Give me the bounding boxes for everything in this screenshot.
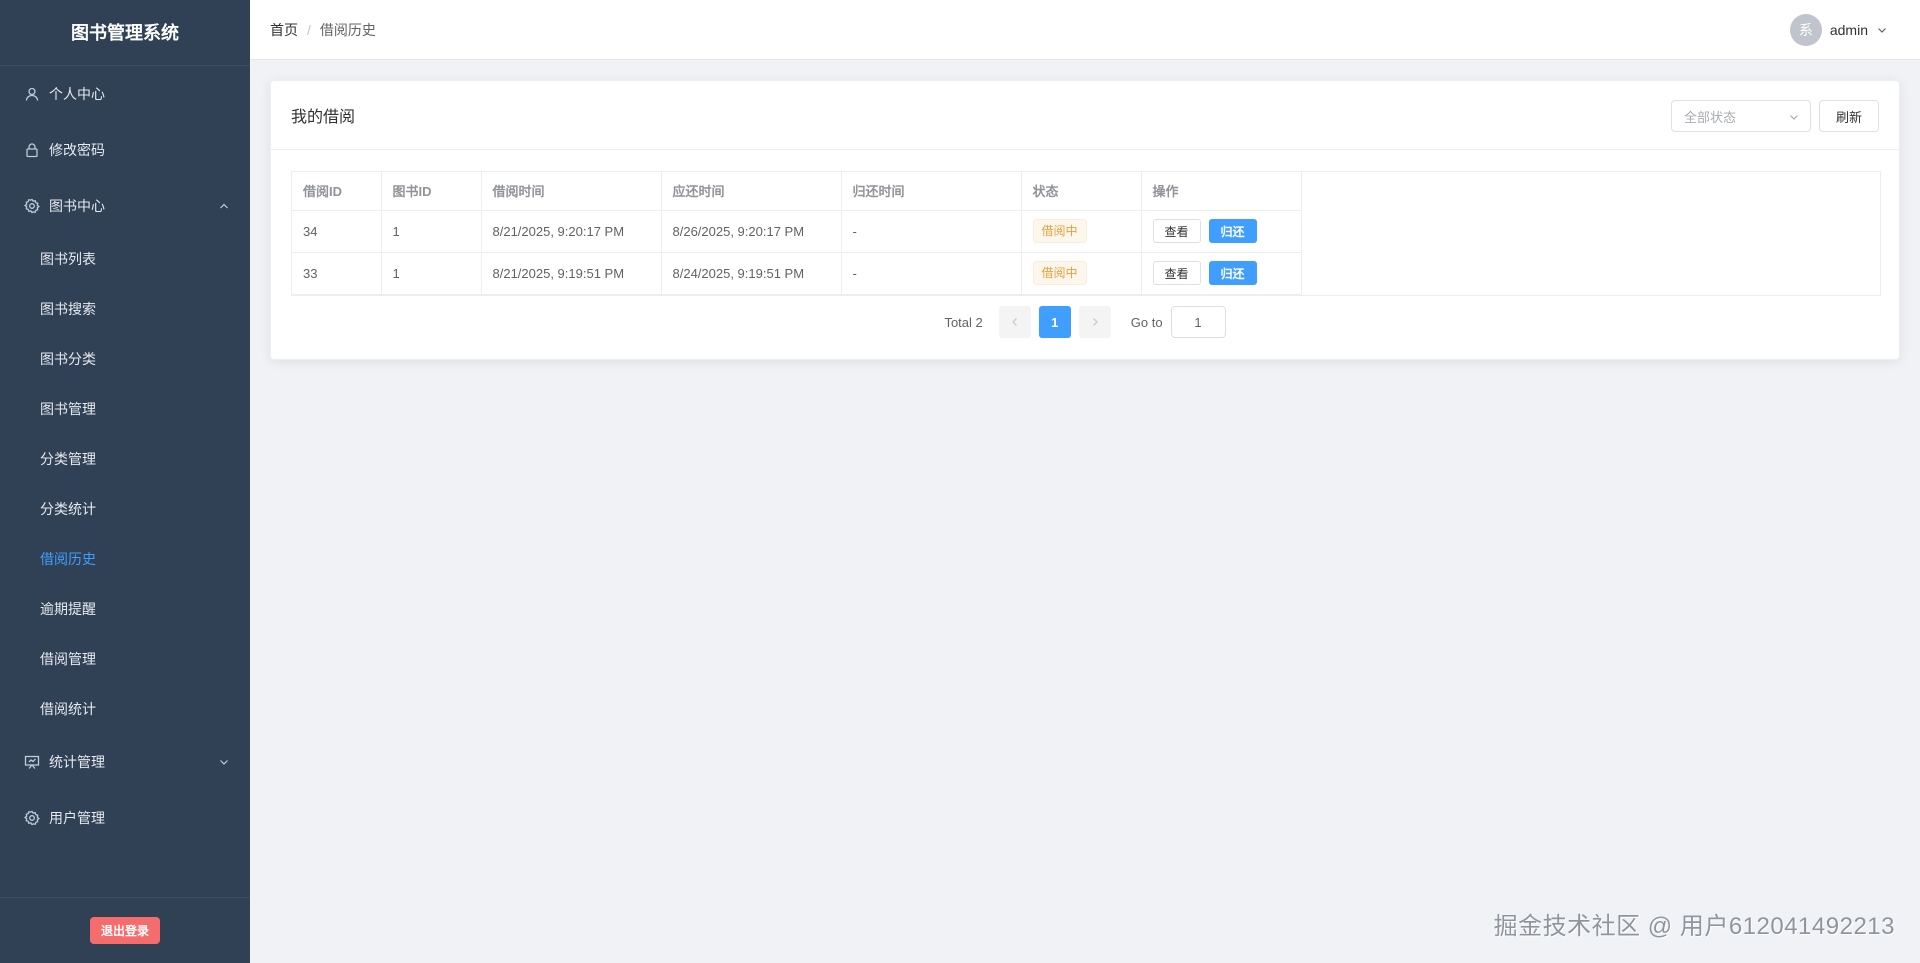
cell-return-time: -	[841, 210, 1022, 253]
column-header-borrow-id: 借阅ID	[292, 172, 382, 211]
sidebar-item-book-list[interactable]: 图书列表	[0, 234, 250, 284]
sidebar-item-overdue-reminder[interactable]: 逾期提醒	[0, 584, 250, 634]
user-menu[interactable]: 系 admin	[1789, 14, 1888, 46]
sidebar-item-borrow-stats[interactable]: 借阅统计	[0, 684, 250, 734]
chevron-up-icon	[220, 203, 228, 209]
breadcrumb-separator: /	[307, 21, 311, 38]
watermark: 掘金技术社区 @ 用户612041492213	[1493, 913, 1895, 940]
status-filter-placeholder: 全部状态	[1684, 109, 1737, 125]
cell-due-time: 8/26/2025, 9:20:17 PM	[661, 210, 842, 253]
table-row: 34 1 8/21/2025, 9:20:17 PM 8/26/2025, 9:…	[292, 210, 1302, 253]
cell-due-time: 8/24/2025, 9:19:51 PM	[661, 252, 842, 295]
chevron-right-icon	[1092, 318, 1098, 326]
chevron-down-icon[interactable]	[1876, 24, 1888, 36]
sidebar-item-label: 图书中心	[49, 198, 105, 214]
sidebar-item-stats-management[interactable]: 统计管理	[0, 734, 250, 790]
sidebar-item-category-stats[interactable]: 分类统计	[0, 484, 250, 534]
status-badge: 借阅中	[1032, 261, 1087, 285]
main-area: 首页 / 借阅历史 系 admin 我的借阅 全部状态 刷新 借阅ID 图书ID…	[250, 0, 1920, 963]
cell-actions: 查看 归还	[1141, 252, 1302, 295]
view-button[interactable]: 查看	[1152, 219, 1201, 243]
table-header-row: 借阅ID 图书ID 借阅时间 应还时间 归还时间 状态 操作	[292, 172, 1302, 211]
card-header: 我的借阅 全部状态 刷新	[271, 81, 1899, 150]
status-badge: 借阅中	[1032, 219, 1087, 243]
cell-borrow-id: 33	[292, 252, 382, 295]
sidebar-item-change-password[interactable]: 修改密码	[0, 122, 250, 178]
pagination: Total 2 1 Go to	[271, 306, 1899, 338]
column-header-due-time: 应还时间	[661, 172, 842, 211]
sidebar-item-profile[interactable]: 个人中心	[0, 66, 250, 122]
cell-book-id: 1	[381, 210, 482, 253]
column-header-book-id: 图书ID	[381, 172, 482, 211]
pagination-total: Total 2	[944, 314, 983, 330]
chevron-down-icon	[220, 760, 228, 765]
sidebar-item-label: 个人中心	[49, 86, 105, 102]
chart-board-icon	[24, 754, 40, 770]
goto-label: Go to	[1130, 314, 1163, 330]
cell-borrow-time: 8/21/2025, 9:20:17 PM	[481, 210, 662, 253]
sidebar-menu: 个人中心 修改密码 图书中心 图书列表 图书搜索 图书分类 图书管理 分类管理 …	[0, 66, 250, 846]
cell-return-time: -	[841, 252, 1022, 295]
top-bar: 首页 / 借阅历史 系 admin	[250, 0, 1920, 60]
sidebar-item-book-search[interactable]: 图书搜索	[0, 284, 250, 334]
borrow-table-grid: 借阅ID 图书ID 借阅时间 应还时间 归还时间 状态 操作 34 1 8/21…	[292, 172, 1302, 295]
sidebar-submenu: 图书列表 图书搜索 图书分类 图书管理 分类管理 分类统计 借阅历史 逾期提醒 …	[0, 234, 250, 734]
app-root: 图书管理系统 个人中心 修改密码 图书中心 图书列表 图书搜索 图书分类 图书管…	[0, 0, 1920, 963]
username[interactable]: admin	[1830, 22, 1868, 38]
sidebar-item-book-management[interactable]: 图书管理	[0, 384, 250, 434]
cell-status: 借阅中	[1021, 210, 1142, 253]
prev-page-button[interactable]	[998, 306, 1031, 338]
chevron-down-icon	[1790, 115, 1798, 120]
column-header-borrow-time: 借阅时间	[481, 172, 662, 211]
view-button[interactable]: 查看	[1152, 261, 1201, 285]
avatar[interactable]: 系	[1789, 14, 1822, 46]
logout-button[interactable]: 退出登录	[89, 917, 160, 944]
sidebar-item-label: 用户管理	[49, 810, 105, 826]
sidebar-item-book-category[interactable]: 图书分类	[0, 334, 250, 384]
chevron-left-icon	[1011, 318, 1017, 326]
status-filter-select[interactable]: 全部状态	[1671, 100, 1811, 132]
sidebar-footer: 退出登录	[0, 897, 250, 963]
user-icon	[24, 86, 40, 102]
breadcrumb-home[interactable]: 首页	[270, 20, 298, 40]
sidebar-item-label: 修改密码	[49, 142, 105, 158]
column-header-return-time: 归还时间	[841, 172, 1022, 211]
table-row: 33 1 8/21/2025, 9:19:51 PM 8/24/2025, 9:…	[292, 252, 1302, 295]
cell-status: 借阅中	[1021, 252, 1142, 295]
sidebar: 图书管理系统 个人中心 修改密码 图书中心 图书列表 图书搜索 图书分类 图书管…	[0, 0, 250, 963]
app-title: 图书管理系统	[0, 0, 250, 66]
gear-icon	[24, 198, 40, 214]
borrow-card: 我的借阅 全部状态 刷新 借阅ID 图书ID 借阅时间 应还时间 归还时间 状态…	[270, 80, 1900, 360]
page-number-current[interactable]: 1	[1038, 306, 1071, 338]
sidebar-item-borrow-history[interactable]: 借阅历史	[0, 534, 250, 584]
cell-borrow-id: 34	[292, 210, 382, 253]
cell-borrow-time: 8/21/2025, 9:19:51 PM	[481, 252, 662, 295]
sidebar-item-label: 统计管理	[49, 754, 105, 770]
lock-icon	[24, 142, 40, 158]
gear-icon	[24, 810, 40, 826]
breadcrumb-current: 借阅历史	[319, 21, 376, 38]
column-header-status: 状态	[1021, 172, 1142, 211]
next-page-button[interactable]	[1078, 306, 1111, 338]
return-button[interactable]: 归还	[1208, 261, 1257, 285]
card-title: 我的借阅	[291, 109, 356, 126]
borrow-table: 借阅ID 图书ID 借阅时间 应还时间 归还时间 状态 操作 34 1 8/21…	[291, 171, 1881, 296]
goto-page-input[interactable]	[1170, 306, 1226, 338]
breadcrumb: 首页 / 借阅历史	[270, 20, 376, 40]
sidebar-item-borrow-management[interactable]: 借阅管理	[0, 634, 250, 684]
column-header-actions: 操作	[1141, 172, 1302, 211]
cell-book-id: 1	[381, 252, 482, 295]
sidebar-item-book-center[interactable]: 图书中心	[0, 178, 250, 234]
sidebar-item-category-management[interactable]: 分类管理	[0, 434, 250, 484]
refresh-button[interactable]: 刷新	[1819, 100, 1879, 132]
cell-actions: 查看 归还	[1141, 210, 1302, 253]
sidebar-item-user-management[interactable]: 用户管理	[0, 790, 250, 846]
return-button[interactable]: 归还	[1208, 219, 1257, 243]
